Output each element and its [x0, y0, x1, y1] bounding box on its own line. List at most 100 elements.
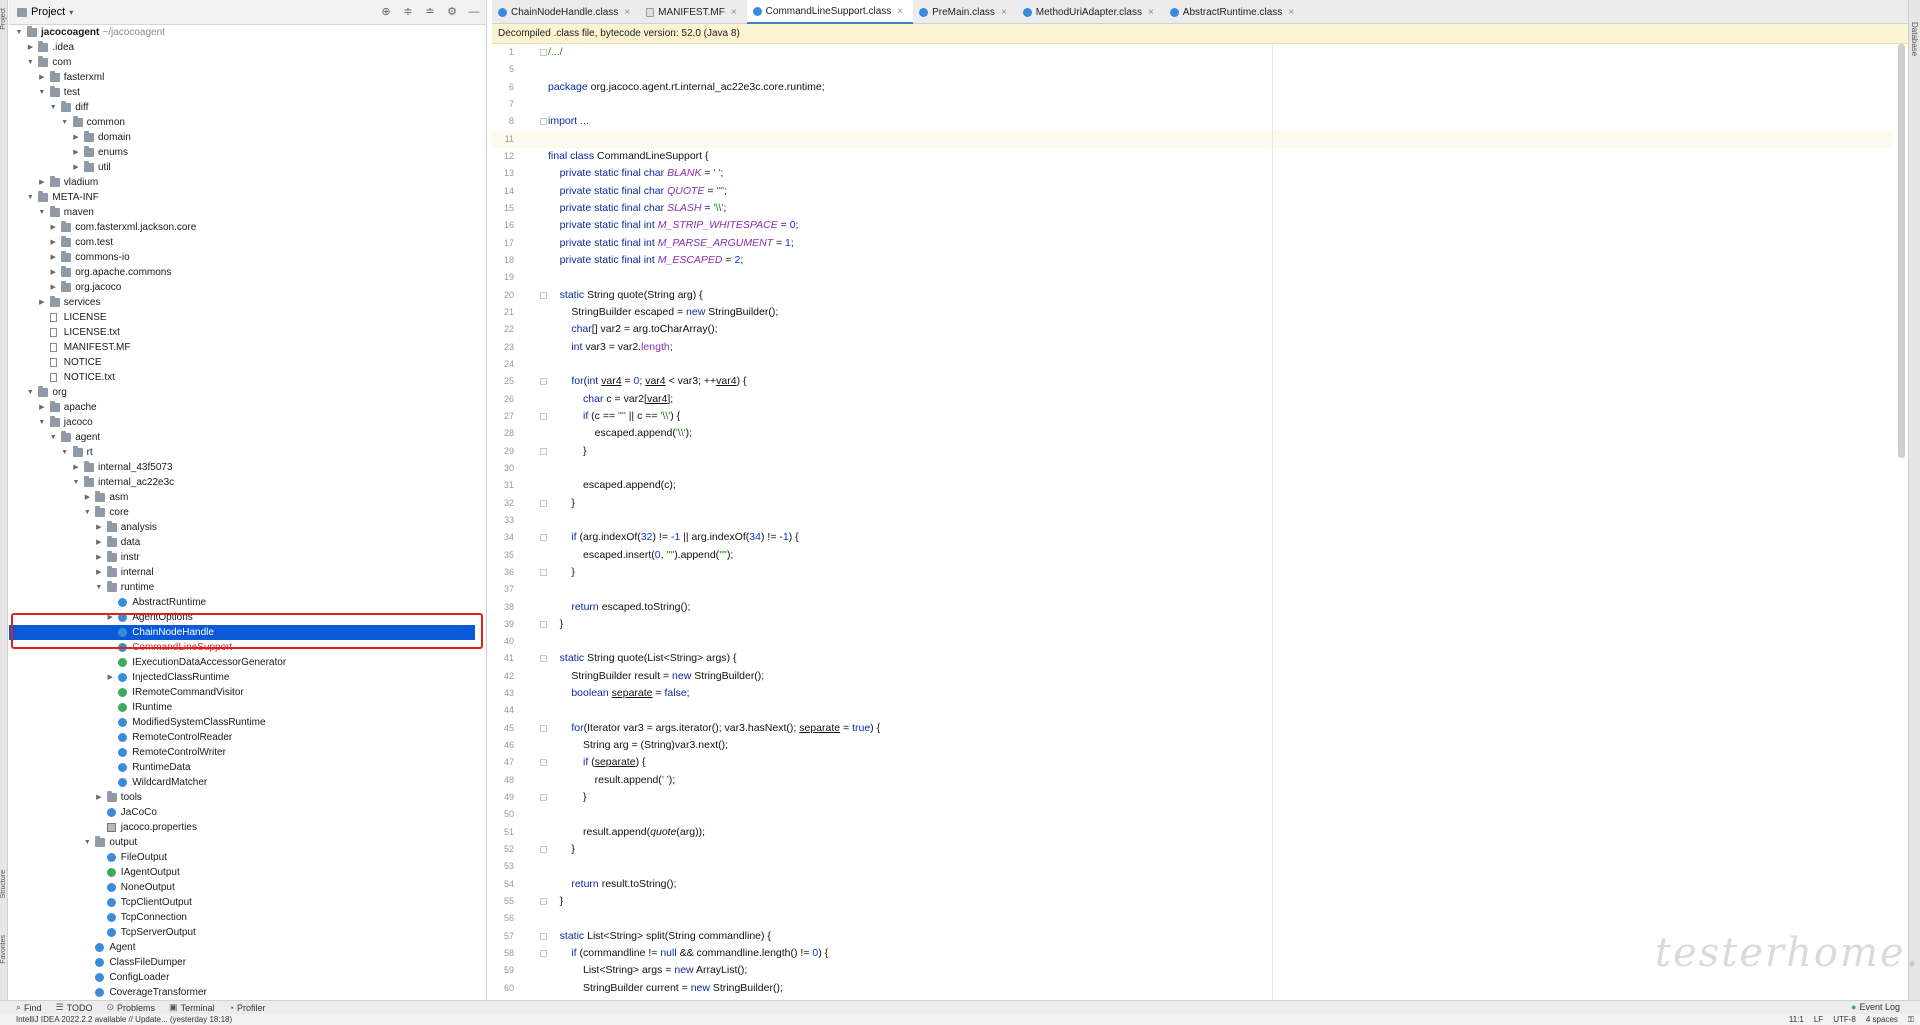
tree-item[interactable]: TcpClientOutput — [9, 895, 475, 910]
fold-marker-icon[interactable] — [540, 932, 547, 940]
line-number[interactable]: 12 — [492, 148, 514, 165]
fold-marker-icon[interactable] — [540, 534, 547, 542]
line-number[interactable]: 7 — [492, 96, 514, 113]
fold-marker-icon[interactable] — [540, 794, 547, 802]
fold-marker-icon[interactable] — [540, 846, 547, 854]
chevron-right-icon[interactable]: ▶ — [72, 130, 80, 145]
line-number[interactable]: 52 — [492, 841, 514, 858]
chevron-right-icon[interactable]: ▶ — [95, 535, 103, 550]
line-number[interactable]: 34 — [492, 529, 514, 546]
line-number[interactable]: 22 — [492, 321, 514, 338]
tree-item[interactable]: ▼ runtime — [9, 580, 475, 595]
line-number[interactable]: 15 — [492, 200, 514, 217]
chevron-down-icon[interactable]: ▼ — [61, 445, 69, 460]
tree-item[interactable]: ▶ vladium — [9, 175, 475, 190]
line-number[interactable]: 25 — [492, 373, 514, 390]
chevron-right-icon[interactable]: ▶ — [38, 295, 46, 310]
chevron-right-icon[interactable]: ▶ — [38, 70, 46, 85]
line-number[interactable]: 51 — [492, 824, 514, 841]
chevron-down-icon[interactable]: ▼ — [49, 430, 57, 445]
line-number[interactable]: 13 — [492, 165, 514, 182]
expand-all-icon[interactable]: ≑ — [401, 5, 415, 19]
chevron-right-icon[interactable]: ▶ — [49, 235, 57, 250]
line-number[interactable]: 41 — [492, 650, 514, 667]
tree-item[interactable]: jacoco.properties — [9, 820, 475, 835]
tree-item[interactable]: ▶ apache — [9, 400, 475, 415]
tree-item[interactable]: ▶ org.jacoco — [9, 280, 475, 295]
tree-item[interactable]: CoverageTransformer — [9, 985, 475, 1000]
database-tool-tab[interactable]: Database — [1910, 22, 1919, 56]
tree-item[interactable]: TcpServerOutput — [9, 925, 475, 940]
tree-item[interactable]: ▶ commons-io — [9, 250, 475, 265]
tree-item[interactable]: ▶ asm — [9, 490, 475, 505]
tree-item[interactable]: ▶ .idea — [9, 40, 475, 55]
fold-marker-icon[interactable] — [540, 49, 547, 56]
tree-item[interactable]: MANIFEST.MF — [9, 340, 475, 355]
tree-item[interactable]: ▼ diff — [9, 100, 475, 115]
tree-item[interactable]: ▶ org.apache.commons — [9, 265, 475, 280]
tree-item[interactable]: ▼ agent — [9, 430, 475, 445]
chevron-down-icon[interactable]: ▼ — [83, 835, 91, 850]
chevron-right-icon[interactable]: ▶ — [49, 250, 57, 265]
tree-item[interactable]: ▶ fasterxml — [9, 70, 475, 85]
tree-item[interactable]: NoneOutput — [9, 880, 475, 895]
fold-marker-icon[interactable] — [540, 447, 547, 455]
line-number[interactable]: 20 — [492, 287, 514, 304]
editor-scrollbar[interactable] — [1898, 44, 1905, 458]
tree-item[interactable]: ▼ META-INF — [9, 190, 475, 205]
line-number[interactable]: 14 — [492, 183, 514, 200]
chevron-down-icon[interactable]: ▼ — [72, 475, 80, 490]
tree-item[interactable]: ▼ org — [9, 385, 475, 400]
fold-marker-icon[interactable] — [540, 568, 547, 576]
locate-icon[interactable]: ⊕ — [379, 5, 393, 19]
tree-item[interactable]: ▶ data — [9, 535, 475, 550]
project-tool-tab[interactable]: Project — [0, 8, 8, 30]
line-number[interactable]: 24 — [492, 356, 514, 373]
close-icon[interactable]: × — [731, 7, 737, 18]
chevron-right-icon[interactable]: ▶ — [83, 490, 91, 505]
close-icon[interactable]: × — [897, 6, 903, 17]
line-number[interactable]: 45 — [492, 720, 514, 737]
line-number[interactable]: 40 — [492, 633, 514, 650]
tree-item[interactable]: ▶ com.fasterxml.jackson.core — [9, 220, 475, 235]
collapse-all-icon[interactable]: ≐ — [423, 5, 437, 19]
line-number[interactable]: 1 — [492, 44, 514, 61]
line-number[interactable]: 57 — [492, 928, 514, 945]
fold-marker-icon[interactable] — [540, 724, 547, 732]
line-number[interactable]: 23 — [492, 339, 514, 356]
tree-item[interactable]: ▼ jacocoagent ~/jacocoagent — [9, 25, 475, 40]
fold-marker-icon[interactable] — [540, 118, 547, 126]
line-number[interactable]: 17 — [492, 235, 514, 252]
line-number[interactable]: 33 — [492, 512, 514, 529]
line-number[interactable]: 18 — [492, 252, 514, 269]
tree-item[interactable]: LICENSE — [9, 310, 475, 325]
tree-item[interactable]: IAgentOutput — [9, 865, 475, 880]
line-number[interactable]: 6 — [492, 79, 514, 96]
tree-item[interactable]: RemoteControlWriter — [9, 745, 475, 760]
tree-item[interactable]: IRuntime — [9, 700, 475, 715]
line-number[interactable]: 16 — [492, 217, 514, 234]
chevron-down-icon[interactable]: ▼ — [38, 415, 46, 430]
tree-item[interactable]: RemoteControlReader — [9, 730, 475, 745]
line-number[interactable]: 58 — [492, 945, 514, 962]
close-icon[interactable]: × — [624, 7, 630, 18]
chevron-right-icon[interactable]: ▶ — [95, 565, 103, 580]
line-separator[interactable]: LF — [1814, 1014, 1823, 1025]
chevron-down-icon[interactable]: ▼ — [15, 25, 23, 40]
line-number[interactable]: 32 — [492, 495, 514, 512]
chevron-right-icon[interactable]: ▶ — [95, 550, 103, 565]
caret-position[interactable]: 11:1 — [1789, 1014, 1804, 1025]
fold-marker-icon[interactable] — [540, 620, 547, 628]
tree-item[interactable]: IExecutionDataAccessorGenerator — [9, 655, 475, 670]
fold-marker-icon[interactable] — [540, 655, 547, 663]
chevron-right-icon[interactable]: ▶ — [95, 790, 103, 805]
chevron-right-icon[interactable]: ▶ — [26, 40, 34, 55]
favorites-tool-tab[interactable]: Favorites — [0, 935, 8, 964]
tree-item[interactable]: ▼ rt — [9, 445, 475, 460]
tree-item[interactable]: ▶ instr — [9, 550, 475, 565]
line-number[interactable]: 49 — [492, 789, 514, 806]
fold-marker-icon[interactable] — [540, 412, 547, 420]
line-number[interactable]: 54 — [492, 876, 514, 893]
tool-window-terminal[interactable]: ▣ Terminal — [169, 1002, 215, 1013]
fold-marker-icon[interactable] — [540, 950, 547, 958]
